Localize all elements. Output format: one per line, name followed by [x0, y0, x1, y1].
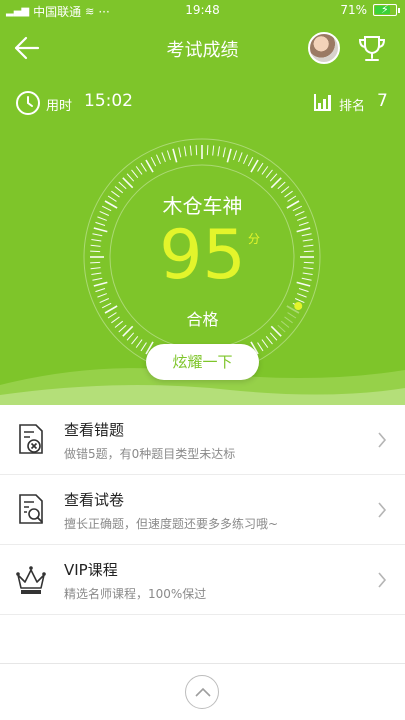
share-button[interactable]: 炫耀一下 — [146, 344, 259, 380]
gauge-tick — [269, 173, 278, 182]
crown-icon — [16, 566, 46, 594]
rank-label: 排名 — [339, 99, 366, 114]
gauge-tick — [212, 145, 215, 156]
chevron-right-icon — [378, 572, 387, 588]
gauge-tick — [140, 162, 147, 172]
gauge-tick — [265, 335, 273, 345]
gauge-tick — [294, 298, 305, 304]
list-item-subtitle: 精选名师课程，100%保过 — [64, 587, 207, 601]
gauge-tick — [145, 159, 154, 173]
list-item-title: 查看错题 — [64, 421, 125, 439]
scroll-up-button[interactable] — [185, 675, 219, 709]
chevron-right-icon — [378, 432, 387, 448]
list-item-subtitle: 擅长正确题，但速度题还要多多练习哦~ — [64, 517, 279, 531]
gauge-tick — [247, 156, 254, 167]
list-item-wrong-questions[interactable]: 查看错题 做错5题，有0种题目类型未达标 — [0, 405, 405, 475]
gauge-tick — [261, 339, 269, 348]
title-bar: 考试成绩 — [0, 26, 405, 70]
gauge-tick — [135, 339, 143, 348]
gauge-tick — [118, 181, 127, 190]
time-used-label: 用时 — [46, 99, 73, 114]
gauge-tick — [172, 148, 178, 163]
gauge-tick — [217, 146, 221, 157]
avatar[interactable] — [308, 32, 340, 64]
gauge-tick — [150, 156, 157, 167]
list-item-vip-course[interactable]: VIP课程 精选名师课程，100%保过 — [0, 545, 405, 615]
score-unit: 分 — [248, 232, 261, 246]
gauge-tick — [233, 150, 238, 161]
gauge-tick — [126, 332, 135, 341]
gauge-tick — [189, 145, 192, 156]
gauge-tick — [178, 147, 182, 158]
trophy-icon — [358, 36, 386, 61]
gauge-tick — [257, 162, 264, 172]
time-used-value: 15:02 — [84, 91, 133, 111]
battery-icon: ⚡ — [373, 3, 400, 16]
chevron-right-icon — [378, 502, 387, 518]
rank-value: 7 — [377, 91, 388, 111]
gauge-tick — [238, 152, 243, 162]
exam-meta: 用时 15:02 排名 7 — [0, 88, 405, 118]
view-paper-icon — [19, 494, 43, 524]
gauge-tick — [270, 177, 282, 189]
list-item-view-paper[interactable]: 查看试卷 擅长正确题，但速度题还要多多练习哦~ — [0, 475, 405, 545]
score-header: ▂▄▆ 中国联通 ≋ ··· 19:48 71% ⚡ 考试成绩 用时 15:02… — [0, 0, 405, 405]
grade-label: 合格 — [186, 310, 219, 329]
bottom-bar — [0, 663, 405, 720]
battery-percent: 71% — [340, 3, 367, 17]
gauge-tick — [277, 181, 286, 190]
gauge-tick — [140, 342, 147, 352]
gauge-tick — [269, 332, 278, 341]
gauge-tick — [97, 293, 107, 298]
score-value: 95 — [159, 216, 246, 295]
trophy-button[interactable] — [356, 32, 388, 64]
gauge-tick — [250, 159, 259, 173]
gauge-tick — [161, 152, 166, 162]
gauge-tick — [131, 335, 139, 345]
gauge-tick — [261, 166, 269, 175]
page-title: 考试成绩 — [166, 40, 239, 61]
gauge-tick — [195, 145, 198, 156]
list-item-title: 查看试卷 — [64, 491, 125, 509]
gauge-tick — [131, 169, 139, 179]
wrong-questions-icon — [19, 424, 43, 454]
username: 木仓车神 — [162, 194, 243, 218]
gauge-tick — [122, 177, 134, 189]
gauge-tick — [226, 148, 232, 163]
gauge-tick — [222, 147, 226, 158]
gauge-tick — [166, 150, 171, 161]
rank-chart-icon — [314, 94, 331, 111]
clock-icon — [16, 91, 40, 115]
gauge-tick — [135, 166, 143, 175]
action-list: 查看错题 做错5题，有0种题目类型未达标 查看试卷 擅长正确题，但速度题还要多多… — [0, 405, 405, 615]
gauge-tick — [126, 173, 135, 182]
list-item-subtitle: 做错5题，有0种题目类型未达标 — [64, 447, 236, 461]
gauge-tick — [257, 342, 264, 352]
gauge-tick — [265, 169, 273, 179]
list-item-title: VIP课程 — [64, 561, 118, 579]
gauge-tick — [155, 154, 161, 165]
gauge-tick — [206, 145, 209, 156]
chevron-up-icon — [195, 687, 211, 697]
gauge-tick — [183, 146, 187, 157]
gauge-tick — [99, 298, 110, 304]
gauge-tick — [243, 154, 249, 165]
status-bar: ▂▄▆ 中国联通 ≋ ··· 19:48 71% ⚡ — [0, 0, 405, 22]
gauge-tick — [297, 293, 307, 298]
